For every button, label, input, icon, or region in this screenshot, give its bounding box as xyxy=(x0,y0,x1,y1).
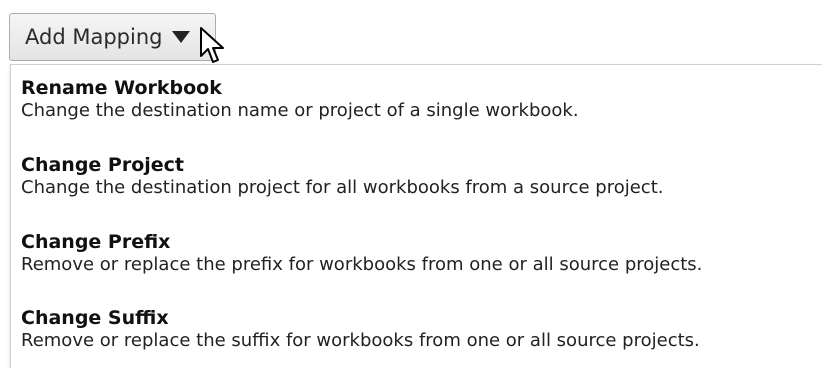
menu-item-title: Change Suffix xyxy=(21,307,169,329)
menu-item-description: Change the destination project for all w… xyxy=(21,177,664,198)
add-mapping-button[interactable]: Add Mapping xyxy=(9,13,216,61)
menu-item-rename-workbook[interactable]: Rename Workbook Change the destination n… xyxy=(21,77,822,122)
menu-item-description: Remove or replace the suffix for workboo… xyxy=(21,330,700,351)
menu-item-change-project[interactable]: Change Project Change the destination pr… xyxy=(21,154,822,199)
menu-item-description: Change the destination name or project o… xyxy=(21,100,579,121)
menu-item-change-suffix[interactable]: Change Suffix Remove or replace the suff… xyxy=(21,307,822,352)
menu-item-change-prefix[interactable]: Change Prefix Remove or replace the pref… xyxy=(21,231,822,276)
mouse-pointer-icon xyxy=(200,27,224,63)
add-mapping-dropdown-menu: Rename Workbook Change the destination n… xyxy=(10,64,822,368)
caret-down-icon xyxy=(172,31,191,43)
page: Add Mapping Rename Workbook Change the d… xyxy=(0,0,822,368)
menu-item-title: Change Project xyxy=(21,154,185,176)
menu-item-title: Change Prefix xyxy=(21,231,171,253)
menu-item-description: Remove or replace the prefix for workboo… xyxy=(21,254,703,275)
menu-item-title: Rename Workbook xyxy=(21,77,222,99)
add-mapping-label: Add Mapping xyxy=(25,25,163,49)
